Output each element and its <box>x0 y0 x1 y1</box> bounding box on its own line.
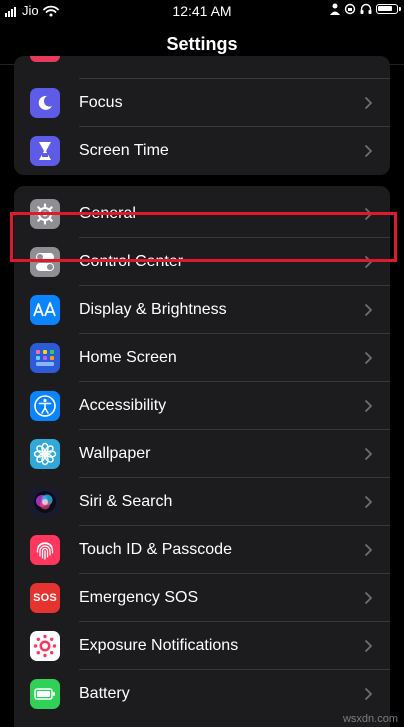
accessibility-icon <box>30 391 60 421</box>
chevron-right-icon <box>365 592 372 604</box>
fingerprint-icon <box>30 535 60 565</box>
chevron-right-icon <box>365 97 372 109</box>
sos-icon-text: SOS <box>33 592 57 604</box>
settings-row-accessibility[interactable]: Accessibility <box>14 382 390 430</box>
app-grid-icon <box>30 343 60 373</box>
row-label: Control Center <box>79 253 184 270</box>
sos-icon: SOS <box>30 583 60 613</box>
settings-row-siri-search[interactable]: Siri & Search <box>14 478 390 526</box>
hourglass-icon <box>30 136 60 166</box>
chevron-right-icon <box>365 145 372 157</box>
row-label: Siri & Search <box>79 493 173 510</box>
exposure-icon <box>30 631 60 661</box>
settings-row-screen-time[interactable]: Screen Time <box>14 127 390 175</box>
settings-row-display-brightness[interactable]: Display & Brightness <box>14 286 390 334</box>
chevron-right-icon <box>365 496 372 508</box>
chevron-right-icon <box>365 208 372 220</box>
battery-icon <box>30 679 60 709</box>
battery-status-icon <box>376 4 401 14</box>
row-label: General <box>79 205 136 222</box>
chevron-right-icon <box>365 688 372 700</box>
row-label: Home Screen <box>79 349 177 366</box>
row-label: Screen Time <box>79 142 169 159</box>
row-label: Touch ID & Passcode <box>79 541 232 558</box>
chevron-right-icon <box>365 304 372 316</box>
row-label: Wallpaper <box>79 445 151 462</box>
settings-row-wallpaper[interactable]: Wallpaper <box>14 430 390 478</box>
chevron-right-icon <box>365 352 372 364</box>
row-label: Battery <box>79 685 130 702</box>
clipped-row-icon <box>30 56 60 62</box>
settings-row-emergency-sos[interactable]: SOS Emergency SOS <box>14 574 390 622</box>
rotation-lock-icon <box>344 3 356 15</box>
chevron-right-icon <box>365 640 372 652</box>
person-icon <box>330 3 340 15</box>
row-label: Focus <box>79 94 123 111</box>
chevron-right-icon <box>365 256 372 268</box>
settings-row-general[interactable]: General <box>14 190 390 238</box>
chevron-right-icon <box>365 448 372 460</box>
row-label: Exposure Notifications <box>79 637 239 654</box>
page-title: Settings <box>166 34 238 54</box>
settings-row-touch-id-passcode[interactable]: Touch ID & Passcode <box>14 526 390 574</box>
settings-row-focus[interactable]: Focus <box>14 79 390 127</box>
toggles-icon <box>30 247 60 277</box>
text-size-icon <box>30 295 60 325</box>
flower-icon <box>30 439 60 469</box>
status-right <box>330 3 401 15</box>
settings-row-exposure-notifications[interactable]: Exposure Notifications <box>14 622 390 670</box>
settings-row-control-center[interactable]: Control Center <box>14 238 390 286</box>
settings-row-home-screen[interactable]: Home Screen <box>14 334 390 382</box>
siri-icon <box>30 487 60 517</box>
settings-group-general: General Control Center Display & Brightn… <box>14 186 390 727</box>
settings-group-focus: Focus Screen Time <box>14 56 390 175</box>
watermark: wsxdn.com <box>342 713 398 725</box>
status-bar: Jio 12:41 AM <box>0 0 404 22</box>
moon-icon <box>30 88 60 118</box>
row-label: Accessibility <box>79 397 167 414</box>
settings-row-battery[interactable]: Battery <box>14 670 390 718</box>
chevron-right-icon <box>365 544 372 556</box>
gear-icon <box>30 199 60 229</box>
chevron-right-icon <box>365 400 372 412</box>
headphones-icon <box>360 3 372 14</box>
row-label: Display & Brightness <box>79 301 227 318</box>
row-label: Emergency SOS <box>79 589 199 606</box>
